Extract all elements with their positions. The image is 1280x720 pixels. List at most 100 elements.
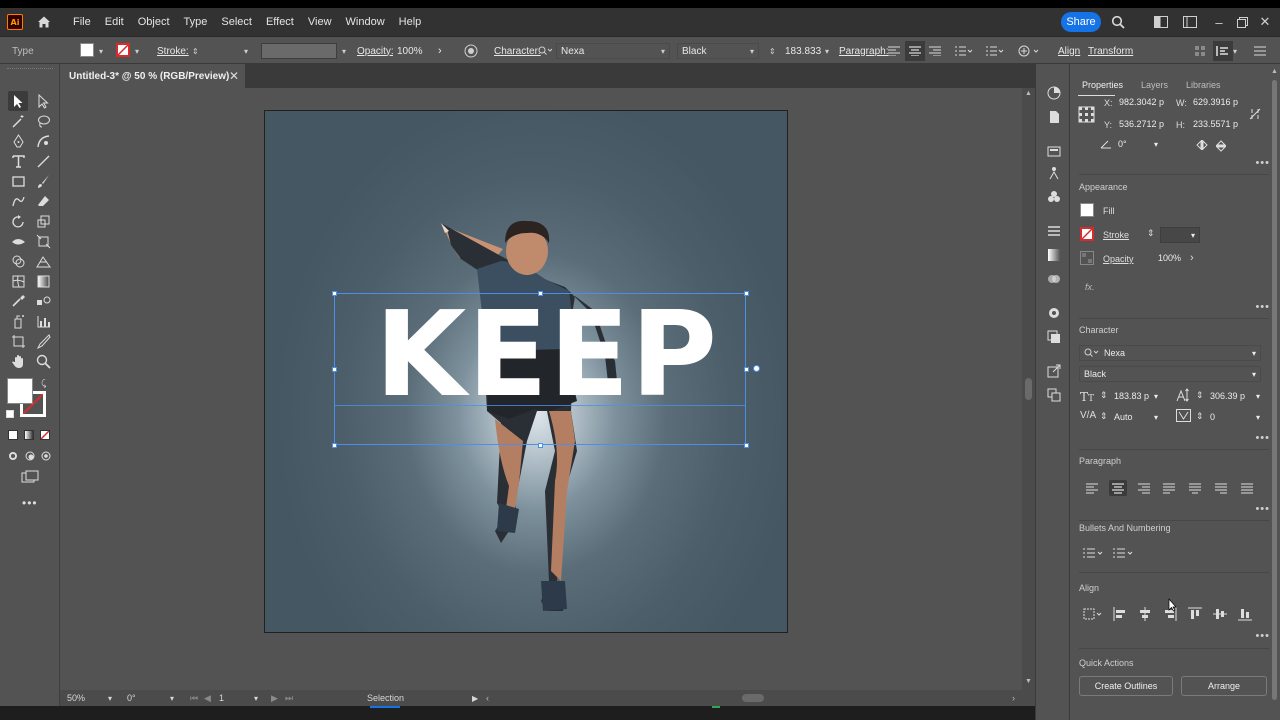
panel-font-size-field[interactable]: 183.83 p ▾ <box>1110 388 1160 404</box>
draw-normal-icon[interactable] <box>7 450 19 462</box>
workspace-icon[interactable] <box>1151 12 1171 32</box>
menu-help[interactable]: Help <box>392 8 429 36</box>
arrange-button[interactable]: Arrange <box>1181 676 1267 696</box>
none-mode-icon[interactable] <box>40 430 50 440</box>
close-window-icon[interactable]: ✕ <box>1255 12 1275 32</box>
menu-edit[interactable]: Edit <box>98 8 131 36</box>
paragraph-justify-right-icon[interactable] <box>1212 480 1230 496</box>
paragraph-justify-all-icon[interactable] <box>1238 480 1256 496</box>
scroll-right-icon[interactable]: › <box>1012 690 1015 706</box>
scale-tool-icon[interactable] <box>33 211 53 231</box>
resize-handle-top-left[interactable] <box>332 291 337 296</box>
curvature-tool-icon[interactable] <box>33 131 53 151</box>
symbols-icon[interactable] <box>1045 188 1062 205</box>
resize-handle-bottom-left[interactable] <box>332 443 337 448</box>
leading-chevron-icon[interactable]: ▾ <box>1256 392 1260 401</box>
line-tool-icon[interactable] <box>33 151 53 171</box>
align-link[interactable]: Align <box>1058 37 1080 65</box>
zoom-chevron-icon[interactable]: ▾ <box>108 690 112 706</box>
recolor-icon[interactable] <box>464 37 478 65</box>
lasso-tool-icon[interactable] <box>33 111 53 131</box>
document-tab[interactable]: Untitled-3* @ 50 % (RGB/Preview) ✕ <box>60 64 245 88</box>
opacity-field[interactable]: 100% <box>393 43 433 59</box>
constrain-proportions-icon[interactable] <box>1248 107 1262 124</box>
width-tool-icon[interactable] <box>8 231 28 251</box>
text-out-port[interactable] <box>753 365 760 372</box>
bullets-icon[interactable] <box>955 37 973 65</box>
restore-icon[interactable] <box>1232 12 1252 32</box>
resize-handle-bottom[interactable] <box>538 443 543 448</box>
minimize-icon[interactable]: – <box>1209 12 1229 32</box>
menu-object[interactable]: Object <box>131 8 177 36</box>
leading-field[interactable]: 306.39 p ▾ <box>1206 388 1262 404</box>
w-field[interactable]: 629.3916 p <box>1189 94 1247 110</box>
free-transform-tool-icon[interactable] <box>33 231 53 251</box>
h-field[interactable]: 233.5571 p <box>1189 116 1247 132</box>
y-field[interactable]: 536.2712 p <box>1115 116 1173 132</box>
tracking-chevron-icon[interactable]: ▾ <box>1256 413 1260 422</box>
variable-width-chevron-icon[interactable]: ▾ <box>342 37 346 65</box>
panel-font-size-chevron-icon[interactable]: ▾ <box>1154 392 1158 401</box>
arrange-chevron-icon[interactable]: ▾ <box>1233 37 1237 65</box>
horizontal-align-center-icon[interactable] <box>1138 607 1152 621</box>
appearance-more-icon[interactable]: ••• <box>1255 301 1270 313</box>
isolate-icon[interactable] <box>1194 37 1206 65</box>
fx-button[interactable]: fx. <box>1085 282 1095 292</box>
paragraph-label[interactable]: Paragraph: <box>839 37 888 65</box>
rotation-chevron-icon[interactable]: ▾ <box>170 690 174 706</box>
kerning-chevron-icon[interactable]: ▾ <box>1154 413 1158 422</box>
column-graph-tool-icon[interactable] <box>33 311 53 331</box>
resize-handle-top-right[interactable] <box>744 291 749 296</box>
paragraph-justify-left-icon[interactable] <box>1160 480 1178 496</box>
panel-scrollbar[interactable]: ▲ <box>1271 68 1279 700</box>
scroll-left-icon[interactable]: ‹ <box>486 690 489 706</box>
zoom-tool-icon[interactable] <box>33 351 53 371</box>
next-artboard-icon[interactable]: ▶ <box>271 690 278 706</box>
mesh-tool-icon[interactable] <box>8 271 28 291</box>
screen-mode-icon[interactable] <box>21 470 39 484</box>
panel-bullets-icon[interactable] <box>1083 547 1105 562</box>
vertical-scroll-thumb[interactable] <box>1025 378 1032 400</box>
panel-font-size-stepper-icon[interactable]: ⇕ <box>1100 390 1108 401</box>
swap-fill-stroke-icon[interactable]: ⤹ <box>41 378 46 389</box>
transform-link[interactable]: Transform <box>1088 37 1133 65</box>
default-colors-icon[interactable] <box>6 410 14 418</box>
kerning-stepper-icon[interactable]: ⇕ <box>1100 411 1108 422</box>
font-style-chevron-icon[interactable]: ▾ <box>750 47 754 56</box>
transparency-icon[interactable] <box>1045 270 1062 287</box>
paintbrush-tool-icon[interactable] <box>33 171 53 191</box>
resize-handle-left[interactable] <box>332 367 337 372</box>
panel-numbering-icon[interactable] <box>1113 547 1135 562</box>
tab-layers[interactable]: Layers <box>1138 76 1171 94</box>
stroke-stepper-icon[interactable]: ⇕ <box>192 37 199 65</box>
reference-point-icon[interactable] <box>1078 106 1095 123</box>
align-more-icon[interactable]: ••• <box>1255 630 1270 642</box>
font-family-field[interactable]: Nexa ▾ <box>556 43 670 59</box>
font-size-field[interactable]: 183.833 ▾ <box>781 43 831 59</box>
recolor-panel-icon[interactable] <box>1045 84 1062 101</box>
horizontal-align-left-icon[interactable] <box>1113 607 1127 621</box>
links-icon[interactable] <box>1045 362 1062 379</box>
menu-select[interactable]: Select <box>214 8 259 36</box>
tracking-stepper-icon[interactable]: ⇕ <box>1196 411 1204 422</box>
zoom-level[interactable]: 50% <box>67 690 85 706</box>
type-tool-icon[interactable] <box>8 151 28 171</box>
tab-properties[interactable]: Properties <box>1079 76 1126 94</box>
horizontal-scroll-thumb[interactable] <box>742 694 764 702</box>
appearance-stroke-swatch[interactable] <box>1080 227 1094 241</box>
control-bar-menu-icon[interactable] <box>1254 37 1266 65</box>
font-family-chevron-icon[interactable]: ▾ <box>661 47 665 56</box>
graphic-styles-icon[interactable] <box>1045 328 1062 345</box>
panel-scroll-thumb[interactable] <box>1272 80 1277 700</box>
opentype-icon[interactable] <box>1018 37 1040 65</box>
tab-libraries[interactable]: Libraries <box>1183 76 1224 94</box>
character-label[interactable]: Character: <box>494 37 541 65</box>
vertical-align-top-icon[interactable] <box>1188 607 1202 621</box>
panel-font-style-field[interactable]: Black ▾ <box>1079 366 1261 382</box>
flip-horizontal-icon[interactable] <box>1196 139 1208 153</box>
arrange-icon[interactable] <box>1213 41 1233 61</box>
arrange-documents-icon[interactable] <box>1180 12 1200 32</box>
color-mode-icon[interactable] <box>8 430 18 440</box>
font-search-icon[interactable] <box>538 37 552 65</box>
vertical-align-bottom-icon[interactable] <box>1238 607 1252 621</box>
